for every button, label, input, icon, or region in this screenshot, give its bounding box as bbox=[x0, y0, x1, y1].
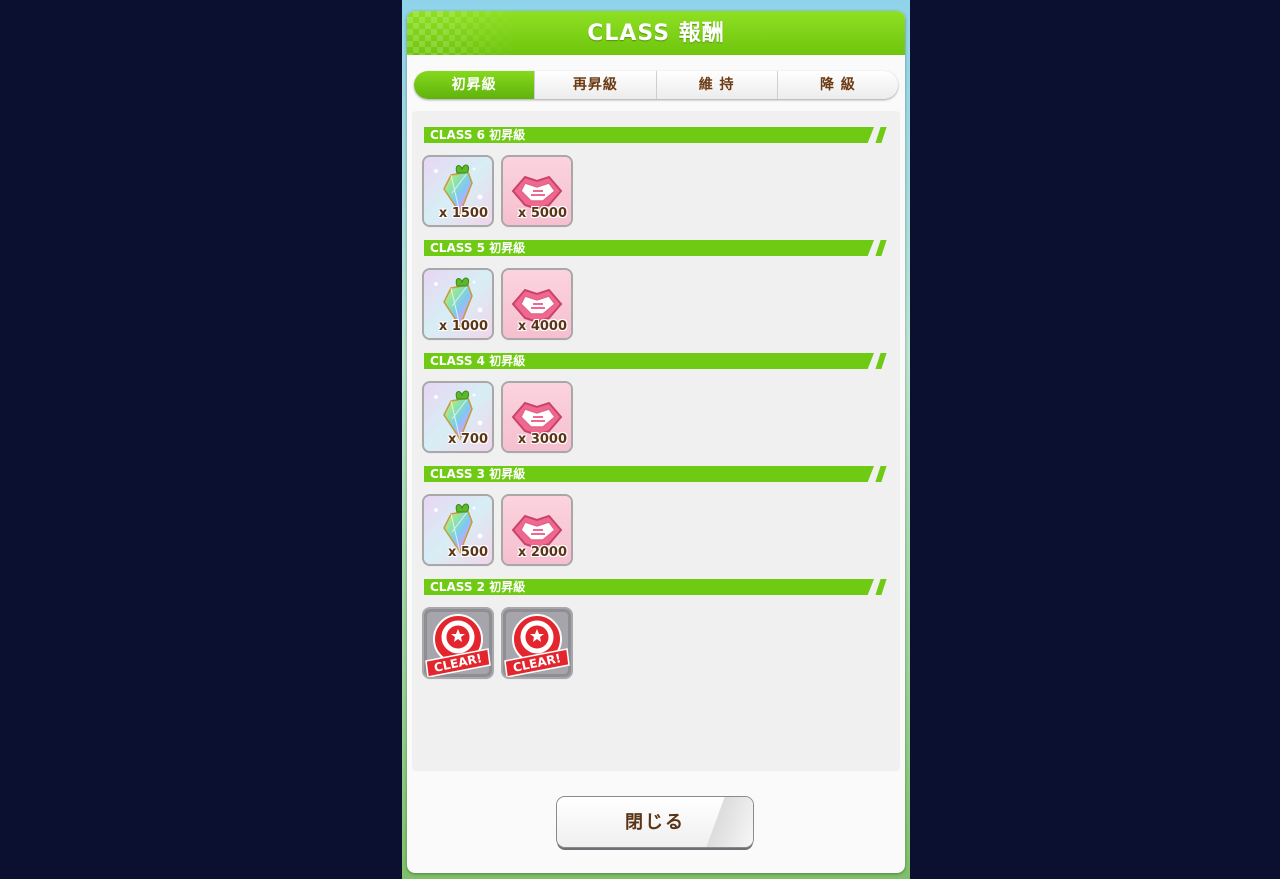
tab-re-promotion[interactable]: 再昇級 bbox=[534, 71, 656, 99]
reward-item-carat[interactable]: x 700 bbox=[424, 383, 492, 451]
dialog-title: CLASS 報酬 bbox=[587, 21, 725, 46]
tab-demotion[interactable]: 降 級 bbox=[776, 71, 898, 99]
item-quantity: x 4000 bbox=[517, 319, 567, 334]
section-label: CLASS 6 初昇級 bbox=[430, 128, 526, 142]
section-label: CLASS 5 初昇級 bbox=[430, 241, 526, 255]
item-quantity: x 5000 bbox=[517, 206, 567, 221]
reward-item-cleared[interactable]: CLEAR! bbox=[424, 609, 492, 677]
reward-item-friend-point[interactable]: x 5000 bbox=[503, 157, 571, 225]
reward-list[interactable]: CLASS 6 初昇級 x 1500 x 5000 CLASS 5 初昇級 x … bbox=[412, 111, 900, 771]
item-quantity: x 700 bbox=[447, 432, 488, 447]
tab-first-promotion[interactable]: 初昇級 bbox=[414, 71, 535, 99]
class-reward-dialog: CLASS 報酬 初昇級 再昇級 維 持 降 級 CLASS 6 初昇級 x 1… bbox=[407, 11, 905, 873]
tab-maintain[interactable]: 維 持 bbox=[655, 71, 777, 99]
item-quantity: x 2000 bbox=[517, 545, 567, 560]
section-header-slash bbox=[875, 127, 887, 143]
reward-item-friend-point[interactable]: x 3000 bbox=[503, 383, 571, 451]
reward-item-friend-point[interactable]: x 2000 bbox=[503, 496, 571, 564]
section-header-slash bbox=[875, 353, 887, 369]
item-quantity: x 1500 bbox=[438, 206, 488, 221]
dialog-header: CLASS 報酬 bbox=[407, 11, 905, 55]
close-button[interactable]: 閉じる bbox=[557, 797, 753, 847]
reward-item-carat[interactable]: x 1000 bbox=[424, 270, 492, 338]
section-header-slash bbox=[875, 466, 887, 482]
section-header-slash bbox=[875, 240, 887, 256]
section-label: CLASS 2 初昇級 bbox=[430, 580, 526, 594]
reward-item-friend-point[interactable]: x 4000 bbox=[503, 270, 571, 338]
close-button-label: 閉じる bbox=[625, 812, 685, 833]
clear-stamp-icon: CLEAR! bbox=[503, 609, 571, 677]
reward-item-cleared[interactable]: CLEAR! bbox=[503, 609, 571, 677]
item-quantity: x 500 bbox=[447, 545, 488, 560]
section-header-slash bbox=[875, 579, 887, 595]
clear-stamp-icon: CLEAR! bbox=[424, 609, 492, 677]
section-label: CLASS 4 初昇級 bbox=[430, 354, 526, 368]
reward-item-carat[interactable]: x 1500 bbox=[424, 157, 492, 225]
section-label: CLASS 3 初昇級 bbox=[430, 467, 526, 481]
item-quantity: x 3000 bbox=[517, 432, 567, 447]
tab-bar: 初昇級 再昇級 維 持 降 級 bbox=[414, 71, 898, 99]
reward-item-carat[interactable]: x 500 bbox=[424, 496, 492, 564]
item-quantity: x 1000 bbox=[438, 319, 488, 334]
